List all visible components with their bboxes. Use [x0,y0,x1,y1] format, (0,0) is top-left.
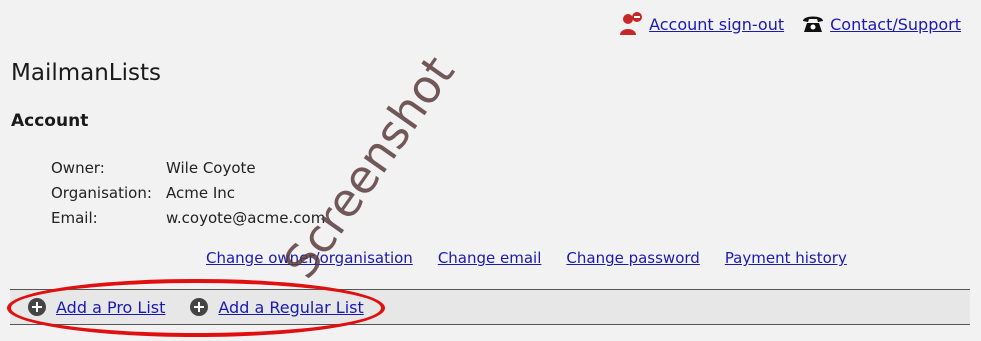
owner-value: Wile Coyote [166,159,256,177]
email-row: Email: w.coyote@acme.com [51,206,325,231]
email-label: Email: [51,209,98,227]
add-list-bar: Add a Pro List Add a Regular List [10,289,970,325]
organisation-label: Organisation: [51,184,152,202]
account-details: Owner: Wile Coyote Organisation: Acme In… [51,156,325,231]
plus-circle-icon [28,298,46,316]
organisation-row: Organisation: Acme Inc [51,181,325,206]
telephone-icon [802,14,824,34]
account-signout-label: Account sign-out [649,14,785,34]
account-actions: Change owner/organisation Change email C… [206,249,847,267]
owner-row: Owner: Wile Coyote [51,156,325,181]
app-title: MailmanLists [11,60,161,86]
user-remove-icon [619,12,643,36]
email-value: w.coyote@acme.com [166,209,326,227]
change-owner-link[interactable]: Change owner/organisation [206,249,413,267]
add-pro-list-label: Add a Pro List [56,297,166,317]
organisation-value: Acme Inc [166,184,236,202]
top-links: Account sign-out Contact/Support [619,12,961,36]
add-pro-list-button[interactable]: Add a Pro List [28,298,165,317]
contact-support-label: Contact/Support [830,14,961,34]
account-signout-link[interactable]: Account sign-out [619,12,784,36]
add-regular-list-button[interactable]: Add a Regular List [190,297,364,317]
account-section-title: Account [11,111,89,131]
payment-history-link[interactable]: Payment history [725,249,847,267]
change-email-link[interactable]: Change email [438,249,542,267]
owner-label: Owner: [51,159,105,177]
add-regular-list-label: Add a Regular List [218,297,364,317]
contact-support-link[interactable]: Contact/Support [802,14,961,34]
plus-circle-icon [190,298,209,316]
change-password-link[interactable]: Change password [566,249,699,267]
